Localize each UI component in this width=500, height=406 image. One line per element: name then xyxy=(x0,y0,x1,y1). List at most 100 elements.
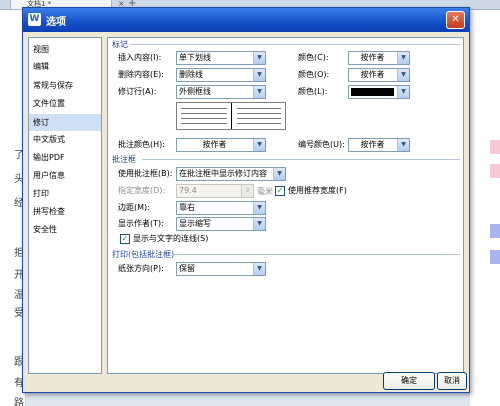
ok-button[interactable]: 确定 xyxy=(383,372,435,390)
chevron-down-icon: ▼ xyxy=(253,139,265,151)
section-divider xyxy=(142,159,460,160)
sidebar-item-user-info[interactable]: 用户信息 xyxy=(29,167,101,184)
chevron-down-icon: ▼ xyxy=(397,69,409,81)
sidebar-item-security[interactable]: 安全性 xyxy=(29,221,101,238)
section-title-balloons: 批注框 xyxy=(112,155,136,164)
chevron-down-icon: ▼ xyxy=(397,139,409,151)
chevron-down-icon: ▼ xyxy=(397,86,409,98)
revision-mark-blue xyxy=(490,250,500,264)
revision-preview xyxy=(176,102,286,130)
insert-label: 插入内容(I): xyxy=(118,53,162,62)
preview-text-line xyxy=(237,108,281,109)
preview-text-line xyxy=(181,123,227,124)
chevron-down-icon: ▼ xyxy=(253,52,265,64)
sidebar-item-spell-check[interactable]: 拼写检查 xyxy=(29,203,101,220)
chevron-down-icon: ▼ xyxy=(273,168,285,180)
doc-text: 路 xyxy=(14,398,24,406)
chevron-down-icon: ▼ xyxy=(253,69,265,81)
delete-select-value: 删除线 xyxy=(179,70,203,79)
checkmark-icon: ✓ xyxy=(276,186,284,195)
number-color-select[interactable]: 按作者 ▼ xyxy=(348,138,410,152)
use-balloon-value: 在批注框中显示修订内容 xyxy=(179,169,267,178)
cancel-button[interactable]: 取消 xyxy=(437,372,467,390)
preview-text-line xyxy=(181,108,227,109)
show-lines-label: 显示与文字的连线(S) xyxy=(133,234,209,243)
options-sidebar: 视图 编辑 常规与保存 文件位置 修订 中文版式 输出PDF 用户信息 打印 拼… xyxy=(28,37,102,374)
sidebar-item-chinese-layout[interactable]: 中文版式 xyxy=(29,131,101,148)
insert-color-select[interactable]: 按作者 ▼ xyxy=(348,51,410,65)
revision-line-color-label: 颜色(L): xyxy=(298,87,328,96)
width-spinner[interactable]: 79.4 ⇕ xyxy=(176,184,254,198)
use-balloon-select[interactable]: 在批注框中显示修订内容 ▼ xyxy=(176,167,286,181)
revision-mark-pink xyxy=(490,164,500,178)
revision-line-color-select[interactable]: ▼ xyxy=(348,85,410,99)
sidebar-item-revision[interactable]: 修订 xyxy=(29,114,101,131)
preview-text-line xyxy=(237,118,281,119)
checkmark-icon: ✓ xyxy=(121,234,129,243)
width-unit: 毫米 xyxy=(257,187,273,196)
show-author-value: 显示缩写 xyxy=(179,219,211,228)
show-author-select[interactable]: 显示缩写 ▼ xyxy=(176,217,266,231)
margin-select[interactable]: 靠右 ▼ xyxy=(176,201,266,215)
revision-mark-blue xyxy=(490,224,500,238)
revision-mark-pink xyxy=(490,140,500,154)
insert-select-value: 单下划线 xyxy=(179,53,211,62)
sidebar-item-edit[interactable]: 编辑 xyxy=(29,58,101,75)
sidebar-item-file-location[interactable]: 文件位置 xyxy=(29,95,101,112)
chevron-down-icon: ▼ xyxy=(397,52,409,64)
delete-color-select[interactable]: 按作者 ▼ xyxy=(348,68,410,82)
orientation-value: 保留 xyxy=(179,264,195,273)
preview-text-line xyxy=(181,118,227,119)
width-label: 指定宽度(D): xyxy=(118,186,166,195)
options-dialog: W 选项 ✕ 视图 编辑 常规与保存 文件位置 修订 中文版式 输出PDF 用户… xyxy=(22,7,470,393)
width-value: 79.4 xyxy=(179,186,197,195)
document-page-right xyxy=(470,10,500,406)
sidebar-item-export-pdf[interactable]: 输出PDF xyxy=(29,149,101,166)
recommend-width-label: 使用推荐宽度(F) xyxy=(288,186,347,195)
show-lines-checkbox[interactable]: ✓ xyxy=(120,234,130,244)
revision-line-label: 修订行(A): xyxy=(118,87,157,96)
show-author-label: 显示作者(T): xyxy=(118,219,164,228)
insert-select[interactable]: 单下划线 ▼ xyxy=(176,51,266,65)
dialog-title: 选项 xyxy=(46,17,66,28)
chevron-down-icon: ▼ xyxy=(253,218,265,230)
number-color-label: 编号颜色(U): xyxy=(298,140,345,149)
sidebar-item-print[interactable]: 打印 xyxy=(29,185,101,202)
orientation-label: 纸张方向(P): xyxy=(118,264,164,273)
recommend-width-checkbox[interactable]: ✓ xyxy=(275,186,285,196)
section-divider xyxy=(172,254,460,255)
orientation-select[interactable]: 保留 ▼ xyxy=(176,262,266,276)
insert-color-label: 颜色(C): xyxy=(298,53,329,62)
use-balloon-label: 使用批注框(B): xyxy=(118,169,173,178)
comment-color-select[interactable]: 按作者 ▼ xyxy=(176,138,266,152)
preview-text-line xyxy=(181,113,227,114)
spinner-arrows-icon: ⇕ xyxy=(241,185,253,197)
preview-text-line xyxy=(237,123,281,124)
close-button[interactable]: ✕ xyxy=(446,11,465,29)
sidebar-item-general-save[interactable]: 常规与保存 xyxy=(29,77,101,94)
insert-color-value: 按作者 xyxy=(360,53,385,62)
chevron-down-icon: ▼ xyxy=(253,202,265,214)
preview-divider xyxy=(231,103,232,129)
preview-text-line xyxy=(237,113,281,114)
margin-value: 靠右 xyxy=(179,203,195,212)
dialog-titlebar[interactable]: W 选项 ✕ xyxy=(23,8,469,32)
margin-label: 边距(M): xyxy=(118,203,150,212)
delete-select[interactable]: 删除线 ▼ xyxy=(176,68,266,82)
app-icon: W xyxy=(28,13,41,26)
section-title-marks: 标记 xyxy=(112,40,128,49)
comment-color-label: 批注颜色(H): xyxy=(118,140,165,149)
sidebar-item-view[interactable]: 视图 xyxy=(29,41,101,58)
section-divider xyxy=(130,44,460,45)
section-title-print: 打印(包括批注框) xyxy=(112,250,175,259)
revision-settings-panel: 标记 插入内容(I): 单下划线 ▼ 颜色(C): 按作者 ▼ 删除内容(E):… xyxy=(107,37,464,374)
delete-color-label: 颜色(O): xyxy=(298,70,330,79)
delete-label: 删除内容(E): xyxy=(118,70,164,79)
number-color-value: 按作者 xyxy=(360,140,385,149)
revision-line-select[interactable]: 外侧框线 ▼ xyxy=(176,85,266,99)
delete-color-value: 按作者 xyxy=(360,70,385,79)
comment-color-value: 按作者 xyxy=(202,140,227,149)
chevron-down-icon: ▼ xyxy=(253,86,265,98)
chevron-down-icon: ▼ xyxy=(253,263,265,275)
color-swatch xyxy=(351,88,394,96)
